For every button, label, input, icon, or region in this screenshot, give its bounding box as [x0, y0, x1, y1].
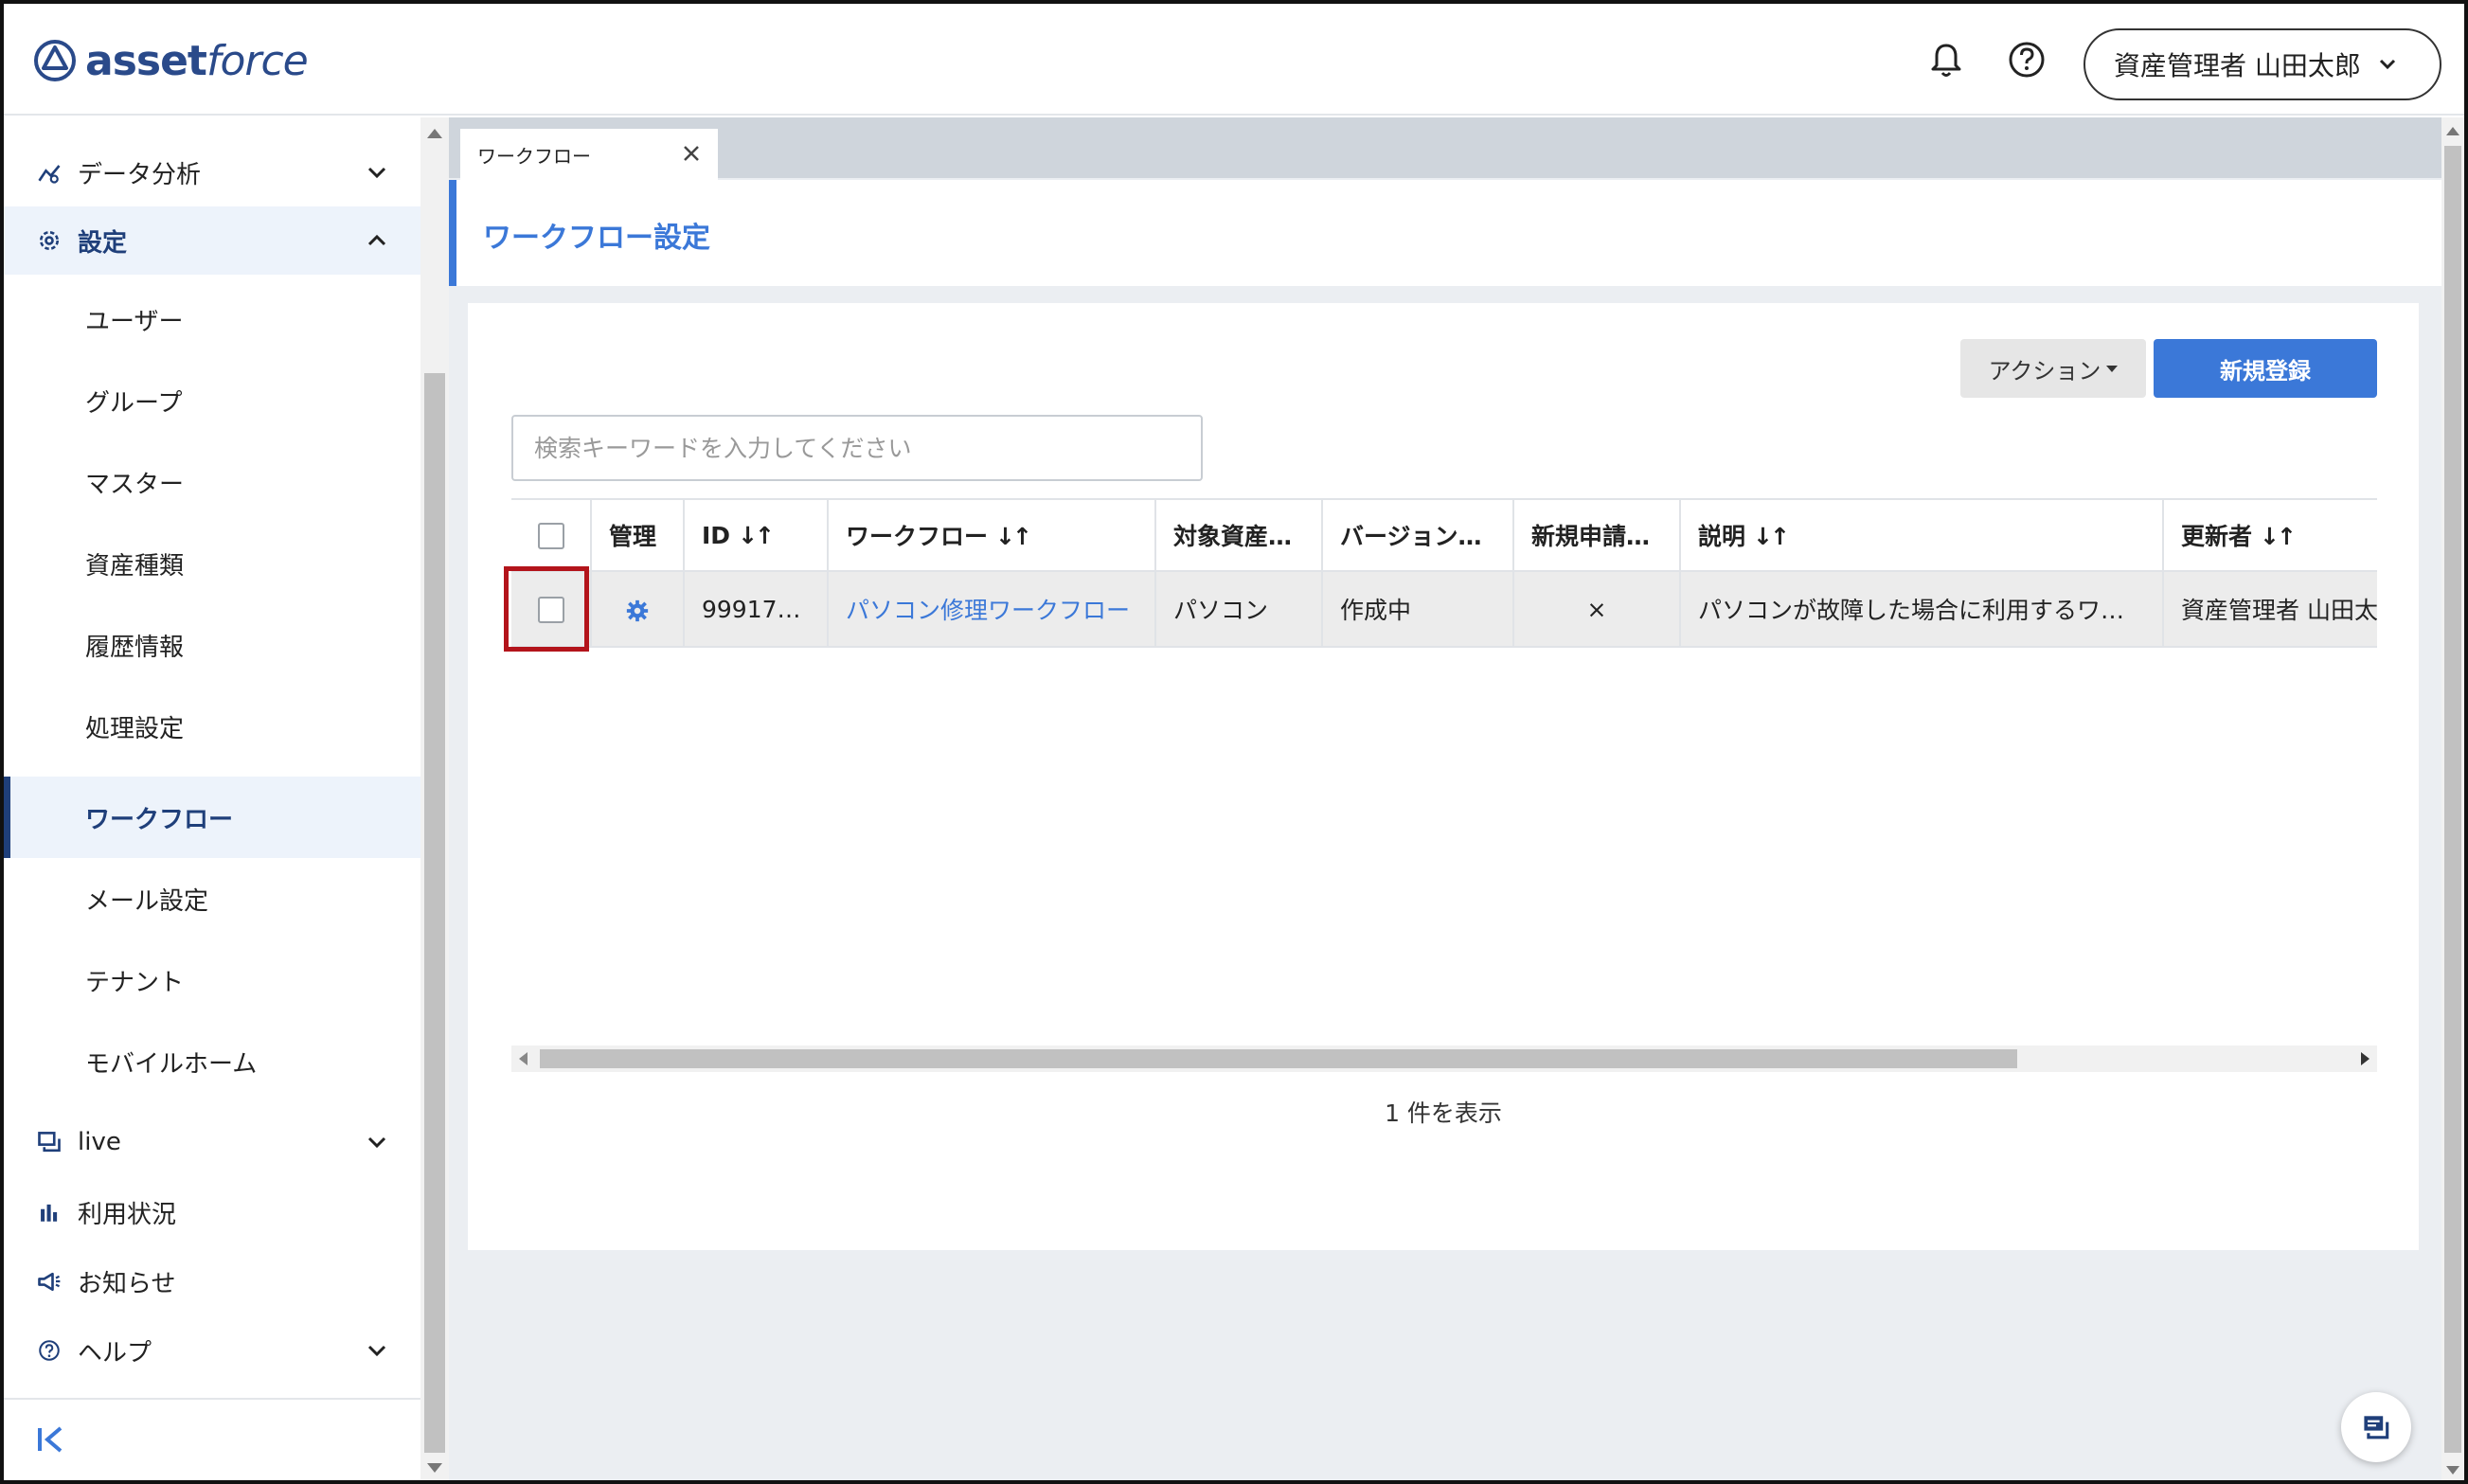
question-circle-icon	[34, 1335, 64, 1366]
cell-description: パソコンが故障した場合に利用するワ…	[1680, 571, 2164, 648]
new-registration-button[interactable]: 新規登録	[2154, 339, 2377, 398]
chevron-down-icon	[367, 167, 386, 179]
scroll-right-arrow-icon[interactable]	[2361, 1052, 2370, 1065]
sidebar-divider	[4, 1398, 420, 1400]
gear-icon[interactable]	[625, 599, 650, 623]
select-all-checkbox[interactable]	[537, 523, 564, 549]
bar-chart-icon	[34, 1197, 64, 1227]
sidebar-item-settings[interactable]: 設定	[4, 206, 420, 275]
sidebar-subitem-tenant[interactable]: テナント	[4, 939, 420, 1021]
chevron-down-icon	[367, 1345, 386, 1357]
action-dropdown-button[interactable]: アクション	[1960, 339, 2146, 398]
chevron-down-icon	[367, 1136, 386, 1149]
logo-icon	[34, 40, 76, 81]
scroll-up-arrow-icon[interactable]	[2446, 127, 2459, 135]
megaphone-icon	[34, 1266, 64, 1296]
table-header-row: 管理 ID ↓↑ ワークフロー ↓↑ 対象資産 ↓↑ バージョン ↓↑ 新規申請 ↓↑ 説…	[511, 498, 2377, 572]
logo-text: assetforce	[85, 36, 309, 85]
column-header-workflow[interactable]: ワークフロー ↓↑	[828, 498, 1156, 572]
sidebar-subitem-history[interactable]: 履歴情報	[4, 604, 420, 686]
scroll-up-arrow-icon[interactable]	[427, 129, 442, 138]
sort-icon[interactable]: ↓↑	[995, 523, 1032, 550]
column-header-target-asset[interactable]: 対象資産 ↓↑	[1155, 498, 1323, 572]
sidebar-subitem-groups[interactable]: グループ	[4, 360, 420, 441]
workflow-list-card: アクション 新規登録 管理 ID↓↑ ワークフロー↓↑	[468, 303, 2419, 1250]
page-header: ワークフロー設定	[449, 180, 2441, 286]
workflow-table: 管理 ID ↓↑ ワークフロー ↓↑ 対象資産 ↓↑ バージョン ↓↑ 新規申請 ↓↑ 説…	[511, 498, 2377, 648]
cell-workflow-link[interactable]: パソコン修理ワークフロー	[828, 571, 1156, 648]
sort-icon[interactable]: ↓↑	[2260, 523, 2297, 550]
sidebar-subitem-processing[interactable]: 処理設定	[4, 686, 420, 767]
column-header-new-application[interactable]: 新規申請 ↓↑	[1513, 498, 1681, 572]
search-input[interactable]	[511, 415, 1203, 481]
sidebar-scrollbar[interactable]	[420, 117, 449, 1480]
sidebar-subitem-asset-types[interactable]: 資産種類	[4, 523, 420, 604]
cell-updated-by: 資産管理者 山田太	[2163, 571, 2377, 648]
close-icon[interactable]	[680, 142, 703, 165]
cell-target-asset: パソコン	[1155, 571, 1323, 648]
manage-cell	[591, 571, 685, 648]
sidebar-subitem-users[interactable]: ユーザー	[4, 278, 420, 360]
result-count: 1 件を表示	[1385, 1100, 1502, 1127]
scroll-down-arrow-icon[interactable]	[2446, 1466, 2459, 1475]
column-header-updated-by[interactable]: 更新者 ↓↑	[2163, 498, 2377, 572]
sidebar-subitem-master[interactable]: マスター	[4, 441, 420, 523]
sidebar-item-help[interactable]: ヘルプ	[4, 1316, 420, 1385]
scroll-left-arrow-icon[interactable]	[519, 1052, 528, 1065]
chat-icon	[34, 1127, 64, 1157]
scroll-down-arrow-icon[interactable]	[427, 1463, 442, 1473]
chart-line-icon	[34, 157, 64, 188]
checkbox-highlight-annotation	[504, 566, 589, 652]
main-vertical-scrollbar[interactable]	[2441, 117, 2464, 1480]
chat-support-button[interactable]	[2341, 1392, 2411, 1462]
scrollbar-thumb[interactable]	[424, 373, 445, 1453]
cell-new-application: ×	[1513, 571, 1681, 648]
chevron-up-icon	[367, 234, 386, 246]
sidebar-subitem-mobile-home[interactable]: モバイルホーム	[4, 1021, 420, 1102]
sidebar-item-usage[interactable]: 利用状況	[4, 1178, 420, 1246]
collapse-sidebar-icon[interactable]	[32, 1421, 70, 1458]
gear-icon	[34, 225, 64, 256]
column-header-manage: 管理	[591, 498, 685, 572]
sort-icon[interactable]: ↓↑	[738, 522, 775, 549]
main-content: ワークフロー ワークフロー設定 アクション 新規登録 検索キーワードを入力してく…	[449, 117, 2441, 1480]
select-all-cell	[511, 498, 592, 572]
tab-bar: ワークフロー	[449, 117, 2441, 180]
asset-force-logo[interactable]: assetforce	[32, 34, 309, 87]
column-header-version[interactable]: バージョン ↓↑	[1322, 498, 1514, 572]
chevron-down-icon	[2379, 59, 2395, 70]
chat-icon	[2364, 1416, 2389, 1439]
top-header: assetforce 資産管理者 山田太郎	[4, 4, 2464, 116]
caret-down-icon	[2106, 365, 2119, 372]
sidebar: データ分析 設定 ユーザー グループ マスター 資産種類 履歴情報 処理設定 ワ…	[4, 117, 420, 1480]
bell-icon[interactable]	[1924, 38, 1968, 81]
sidebar-item-notices[interactable]: お知らせ	[4, 1247, 420, 1315]
scrollbar-thumb[interactable]	[2444, 146, 2461, 1453]
app-window: assetforce 資産管理者 山田太郎 データ分析 設定 ユーザー グループ…	[0, 0, 2468, 1484]
workflow-table-viewport: 管理 ID ↓↑ ワークフロー ↓↑ 対象資産 ↓↑ バージョン ↓↑ 新規申請 ↓↑ 説…	[511, 498, 2377, 650]
column-header-description[interactable]: 説明 ↓↑	[1680, 498, 2164, 572]
sort-icon[interactable]: ↓↑	[1753, 523, 1790, 550]
table-horizontal-scrollbar[interactable]	[511, 1046, 2377, 1072]
help-circle-icon[interactable]	[2005, 38, 2048, 81]
sidebar-subitem-workflow[interactable]: ワークフロー	[4, 777, 420, 858]
column-header-id[interactable]: ID ↓↑	[684, 498, 829, 572]
user-menu-button[interactable]: 資産管理者 山田太郎	[2083, 28, 2441, 100]
cell-id: 99917640	[684, 571, 829, 648]
tab-label: ワークフロー	[477, 144, 591, 168]
page-title: ワークフロー設定	[483, 222, 710, 255]
table-row[interactable]: 99917640 パソコン修理ワークフロー パソコン 作成中 × パソコンが故障…	[511, 571, 2377, 648]
sidebar-item-data-analysis[interactable]: データ分析	[4, 138, 420, 206]
user-name: 資産管理者 山田太郎	[2114, 50, 2361, 81]
sidebar-item-live[interactable]: live	[4, 1108, 420, 1176]
scrollbar-thumb[interactable]	[540, 1049, 2017, 1068]
tab-workflow[interactable]: ワークフロー	[460, 129, 718, 180]
cell-version: 作成中	[1322, 571, 1514, 648]
sidebar-subitem-mail-settings[interactable]: メール設定	[4, 858, 420, 939]
